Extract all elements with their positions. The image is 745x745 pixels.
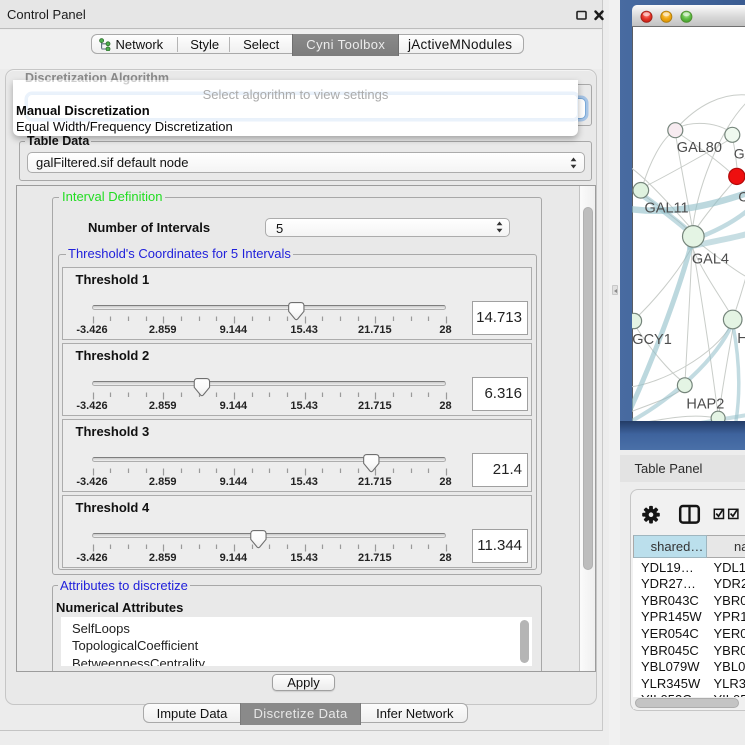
svg-text:C: C [738, 188, 745, 204]
svg-text:GAL4: GAL4 [692, 252, 729, 268]
svg-text:GAL11: GAL11 [645, 201, 689, 217]
svg-text:H: H [737, 331, 745, 347]
svg-text:GAL80: GAL80 [677, 140, 722, 156]
svg-text:GCY1: GCY1 [632, 332, 672, 348]
svg-text:GA: GA [734, 145, 745, 161]
svg-text:HAP2: HAP2 [686, 397, 724, 413]
